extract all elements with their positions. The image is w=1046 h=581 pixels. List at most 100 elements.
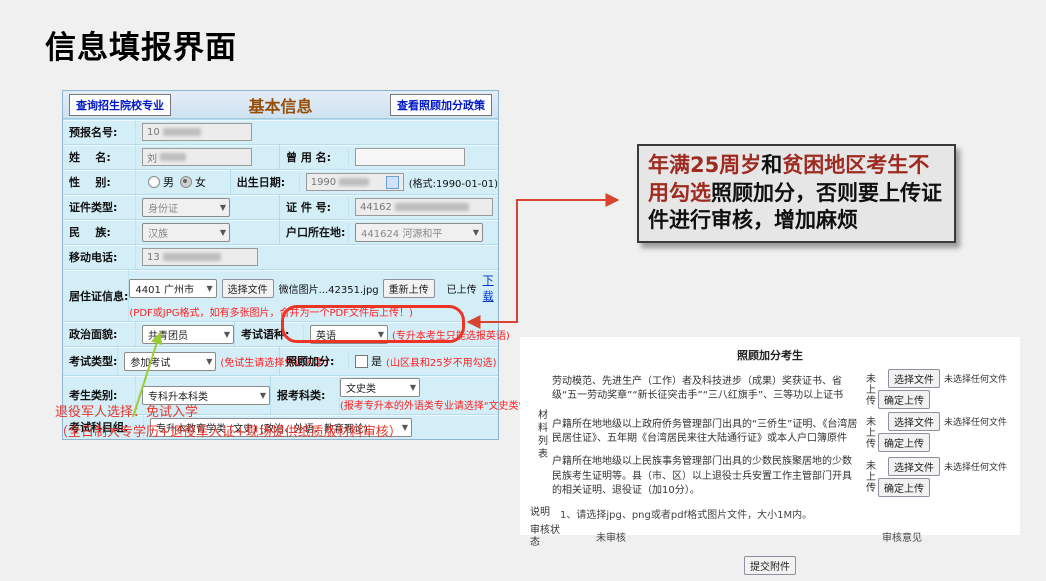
submit-attachment-button[interactable]: 提交附件 (744, 556, 796, 575)
material-item-text: 劳动模范、先进生产（工作）者及科技进步（成果）奖获证书、省级“五一劳动奖章”“新… (552, 375, 860, 404)
birth-input[interactable]: 1990 (306, 173, 404, 191)
birth-format-note: (格式:1990-01-01) (409, 175, 498, 190)
basic-info-form: 查询招生院校专业 基本信息 查看照顾加分政策 预报名号: 10 姓 名: 刘 曾… (62, 90, 499, 440)
form-title: 基本信息 (171, 93, 390, 117)
residence-choose-file-button[interactable]: 选择文件 (222, 279, 274, 298)
choose-file-button[interactable]: 选择文件 (888, 457, 940, 476)
calendar-icon[interactable] (386, 176, 399, 189)
male-label: 男 (163, 174, 174, 190)
former-name-input[interactable] (355, 148, 465, 166)
exam-type-select[interactable]: 参加考试▼ (124, 352, 216, 371)
hukou-select[interactable]: 441624 河源和平▼ (355, 223, 483, 242)
confirm-upload-button[interactable]: 确定上传 (878, 433, 930, 452)
radio-male[interactable] (148, 176, 160, 188)
no-file-text: 未选择任何文件 (944, 460, 1007, 473)
material-item-text: 户籍所在地地级以上政府侨务管理部门出具的“三侨生”证明、《台湾居民居住证》、五年… (552, 418, 860, 447)
chevron-down-icon: ▼ (260, 391, 266, 400)
row-id: 证件类型: 身份证▼ 证 件 号: 44162 (63, 194, 498, 219)
upload-status: 未上传 (860, 416, 878, 449)
screenshot-root: 信息填报界面 查询招生院校专业 基本信息 查看照顾加分政策 预报名号: 10 姓… (0, 0, 1046, 581)
residence-label: 居住证信息: (63, 270, 129, 321)
id-type-select[interactable]: 身份证▼ (142, 198, 230, 217)
page-title: 信息填报界面 (45, 22, 237, 67)
residence-file-name: 微信图片...42351.jpg (279, 281, 379, 296)
upload-status: 未上传 (860, 373, 878, 406)
bonus-panel-title: 照顾加分考生 (530, 347, 1010, 363)
callout-red-text: 年满25周岁 (648, 153, 761, 177)
callout-black-text: 和 (761, 153, 782, 177)
chevron-down-icon: ▼ (224, 330, 230, 339)
residence-uploaded-text: 已上传 (447, 281, 477, 296)
chevron-down-icon: ▼ (220, 203, 226, 212)
reg-no-input[interactable]: 10 (142, 123, 252, 141)
chevron-down-icon: ▼ (206, 357, 212, 366)
chevron-down-icon: ▼ (402, 423, 408, 432)
no-file-text: 未选择任何文件 (944, 415, 1007, 428)
mobile-input[interactable]: 13 (142, 248, 258, 266)
veteran-note: 退役军人选择：免试入学 （全日制大专学历+退役军人证+现场提供纸质版材料审核） (55, 403, 402, 443)
row-ethnic-hukou: 民 族: 汉族▼ 户口所在地: 441624 河源和平▼ (63, 219, 498, 244)
audit-opinion-label: 审核意见 (882, 529, 922, 544)
note-label: 说明 (530, 507, 560, 519)
bonus-label: 照顾加分: (280, 353, 349, 369)
radio-female[interactable] (180, 176, 192, 188)
exam-type-label: 考试类型: (63, 347, 118, 375)
political-label: 政治面貌: (63, 322, 136, 346)
veteran-note-line2: （全日制大专学历+退役军人证+现场提供纸质版材料审核） (55, 423, 402, 443)
birth-label: 出生日期: (231, 173, 300, 191)
political-select[interactable]: 共青团员▼ (142, 325, 234, 344)
exam-lang-note: (专升本考生只能选报英语) (392, 327, 510, 342)
chevron-down-icon: ▼ (220, 228, 226, 237)
chevron-down-icon: ▼ (473, 228, 479, 237)
material-item-text: 户籍所在地地级以上民族事务管理部门出具的少数民族聚居地的少数民族考生证明等。县（… (552, 455, 860, 499)
row-examtype-bonus: 考试类型: 参加考试▼ (免试生请选择免试入学) 照顾加分: 是 (山区县和25… (63, 346, 498, 375)
exam-lang-label: 考试语种: (235, 325, 304, 344)
note-text: 1、请选择jpg、png或者pdf格式图片文件，大小1M内。 (560, 506, 812, 521)
female-label: 女 (195, 174, 206, 190)
bonus-checkbox[interactable] (355, 355, 368, 368)
ethnic-label: 民 族: (63, 220, 136, 244)
redacted-text (163, 128, 201, 136)
audit-status-label: 审核状态 (530, 525, 560, 549)
id-type-label: 证件类型: (63, 195, 136, 219)
row-mobile: 移动电话: 13 (63, 244, 498, 269)
material-list-label: 材料列表 (530, 369, 552, 502)
exam-lang-select[interactable]: 英语▼ (310, 325, 388, 344)
residence-format-note: (PDF或JPG格式，如有多张图片，合并为一个PDF文件后上传！) (129, 304, 413, 319)
material-row: 户籍所在地地级以上政府侨务管理部门出具的“三侨生”证明、《台湾居民居住证》、五年… (552, 412, 1010, 452)
redacted-text (395, 203, 469, 211)
veteran-note-line1: 退役军人选择：免试入学 (55, 403, 402, 423)
view-bonus-policy-button[interactable]: 查看照顾加分政策 (390, 94, 492, 116)
residence-city-select[interactable]: 4401 广州市▼ (129, 279, 216, 298)
redacted-text (339, 178, 369, 186)
annotation-callout: 年满25周岁和贫困地区考生不用勾选照顾加分，否则要上传证件进行审核，增加麻烦 (637, 144, 956, 243)
hukou-label: 户口所在地: (280, 223, 349, 242)
bonus-yes-label: 是 (371, 353, 382, 369)
confirm-upload-button[interactable]: 确定上传 (878, 478, 930, 497)
query-colleges-button[interactable]: 查询招生院校专业 (69, 94, 171, 116)
name-input[interactable]: 刘 (142, 148, 252, 166)
gender-label: 性 别: (63, 170, 136, 194)
choose-file-button[interactable]: 选择文件 (888, 412, 940, 431)
ethnic-select[interactable]: 汉族▼ (142, 223, 230, 242)
redacted-text (163, 253, 221, 261)
chevron-down-icon: ▼ (206, 284, 212, 293)
choose-file-button[interactable]: 选择文件 (888, 369, 940, 388)
row-residence: 居住证信息: 4401 广州市▼ 选择文件 微信图片...42351.jpg 重… (63, 269, 498, 321)
mobile-label: 移动电话: (63, 245, 136, 269)
row-gender-birth: 性 别: 男 女 出生日期: 1990 (格式:1990-01-01) (63, 169, 498, 194)
residence-reupload-button[interactable]: 重新上传 (383, 279, 435, 298)
chevron-down-icon: ▼ (410, 383, 416, 392)
confirm-upload-button[interactable]: 确定上传 (878, 390, 930, 409)
residence-download-link[interactable]: 下载 (483, 272, 503, 304)
upload-status: 未上传 (860, 460, 878, 493)
subject-cat-select[interactable]: 文史类▼ (340, 378, 420, 397)
row-political-lang: 政治面貌: 共青团员▼ 考试语种: 英语▼ (专升本考生只能选报英语) (63, 321, 498, 346)
id-no-input[interactable]: 44162 (355, 198, 493, 216)
row-reg-no: 预报名号: 10 (63, 119, 498, 144)
material-row: 劳动模范、先进生产（工作）者及科技进步（成果）奖获证书、省级“五一劳动奖章”“新… (552, 369, 1010, 409)
audit-status-value: 未审核 (596, 529, 626, 544)
bonus-note: (山区县和25岁不用勾选) (386, 354, 497, 369)
cand-type-select[interactable]: 专科升本科类▼ (142, 386, 270, 405)
name-label: 姓 名: (63, 145, 136, 169)
